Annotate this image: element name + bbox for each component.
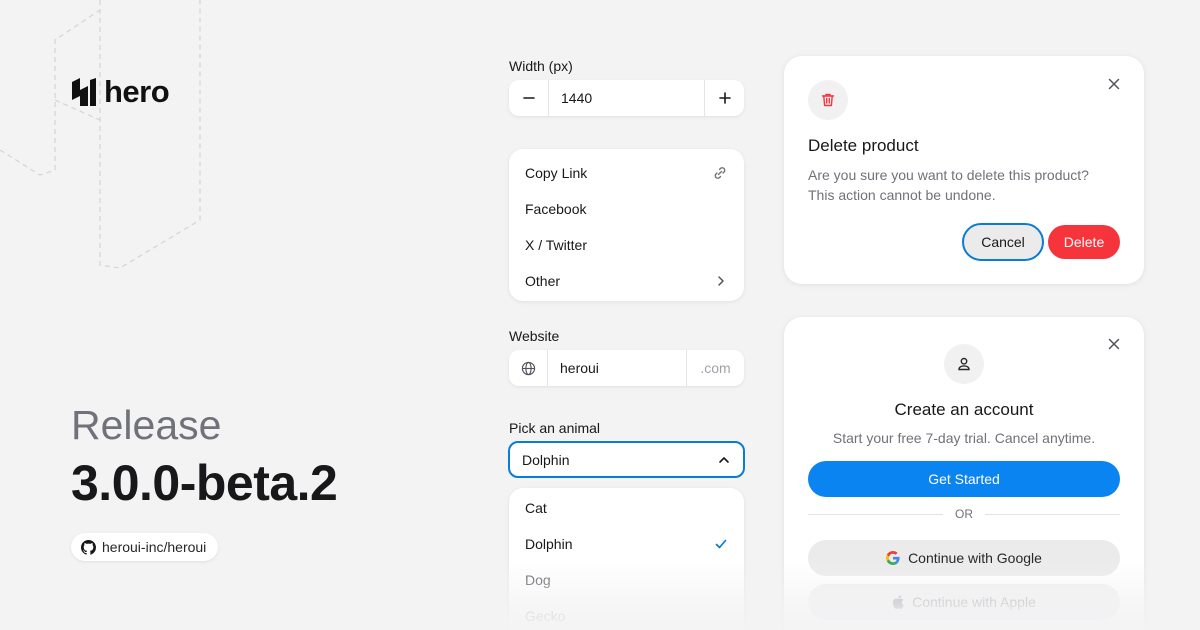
divider-line [985,513,1120,515]
menu-item-label: Copy Link [525,165,588,181]
plus-icon [718,92,731,104]
get-started-button[interactable]: Get Started [808,461,1120,497]
release-label: Release [71,402,222,448]
menu-item-label: X / Twitter [525,237,587,253]
check-icon [715,539,727,549]
option-gecko[interactable]: Gecko [509,598,744,630]
menu-item-facebook[interactable]: Facebook [509,191,744,227]
website-input[interactable]: heroui [548,350,686,386]
signup-subtitle: Start your free 7-day trial. Cancel anyt… [832,430,1096,446]
trash-icon-circle [808,80,848,120]
google-button-label: Continue with Google [908,550,1042,566]
signup-card: Create an account Start your free 7-day … [784,317,1144,630]
width-input[interactable]: 1440 [548,80,705,116]
option-label: Dog [525,572,551,588]
apple-icon [892,595,904,609]
continue-with-google-button[interactable]: Continue with Google [808,540,1120,576]
website-label: Website [509,328,560,344]
chevron-right-icon [718,276,724,286]
or-divider: OR [808,507,1120,521]
continue-with-apple-button[interactable]: Continue with Apple [808,584,1120,620]
minus-icon [522,97,535,99]
globe-icon [521,361,535,375]
width-stepper: 1440 [509,80,744,116]
dialog-title: Delete product [808,136,919,155]
menu-item-label: Other [525,273,561,289]
menu-item-label: Facebook [525,201,587,217]
delete-dialog: Delete product Are you sure you want to … [784,56,1144,284]
cancel-button[interactable]: Cancel [962,223,1044,261]
link-icon [714,167,726,179]
user-icon-circle [944,344,984,384]
website-input-group: heroui .com [509,350,744,386]
share-menu: Copy Link Facebook X / Twitter Other [509,149,744,301]
option-dolphin[interactable]: Dolphin [509,526,744,562]
apple-button-label: Continue with Apple [912,594,1036,610]
increment-button[interactable] [705,80,744,116]
menu-item-other[interactable]: Other [509,263,744,299]
website-suffix: .com [686,350,744,386]
divider-line [808,513,943,515]
globe-prefix [509,350,548,386]
menu-item-copy-link[interactable]: Copy Link [509,155,744,191]
release-version: 3.0.0-beta.2 [71,455,338,511]
option-label: Gecko [525,608,566,624]
repo-label: heroui-inc/heroui [102,539,207,555]
animal-select[interactable]: Dolphin [508,441,745,478]
animal-listbox: Cat Dolphin Dog Gecko [509,488,744,630]
close-icon[interactable] [1106,76,1122,92]
option-cat[interactable]: Cat [509,490,744,526]
menu-item-x-twitter[interactable]: X / Twitter [509,227,744,263]
delete-button[interactable]: Delete [1048,225,1120,259]
animal-select-label: Pick an animal [509,420,601,436]
dialog-body: Are you sure you want to delete this pro… [808,167,1089,203]
option-label: Dolphin [525,536,573,552]
divider-label: OR [955,507,973,521]
user-icon [958,357,970,371]
width-label: Width (px) [509,58,573,74]
github-icon [81,539,96,555]
hero-logo: hero [72,74,170,110]
decorative-pattern [0,0,201,269]
decrement-button[interactable] [509,80,548,116]
close-icon[interactable] [1106,336,1122,352]
chevron-up-icon [719,456,729,463]
hero-logo-icon [72,78,96,106]
animal-select-value: Dolphin [522,451,570,468]
option-dog[interactable]: Dog [509,562,744,598]
google-icon [886,551,900,565]
trash-icon [821,93,835,107]
repo-link[interactable]: heroui-inc/heroui [71,533,219,561]
option-label: Cat [525,500,547,516]
signup-title: Create an account [894,400,1034,419]
brand-name: hero [104,74,170,109]
